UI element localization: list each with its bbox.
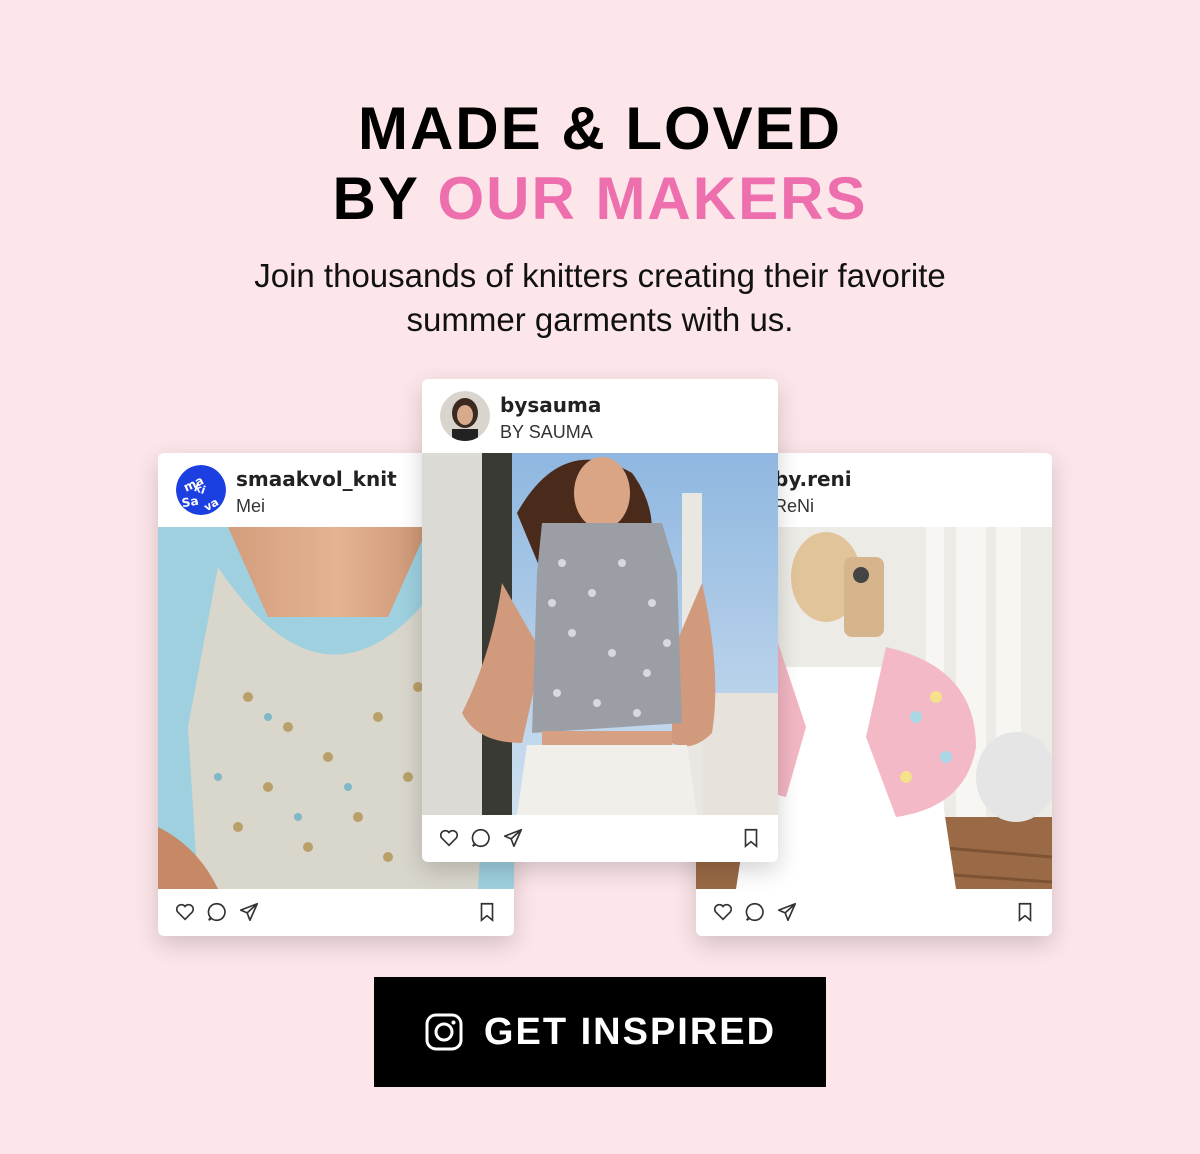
share-icon[interactable] [776,901,798,923]
comment-icon[interactable] [744,901,766,923]
post-display-name: ReNi [774,496,815,516]
bookmark-icon[interactable] [476,901,498,923]
headline-line-2: BY OUR MAKERS [0,164,1200,234]
post-display-name: BY SAUMA [500,422,593,442]
post-handle[interactable]: smaakvol_knit [236,467,397,491]
heart-icon[interactable] [174,901,196,923]
post-handle[interactable]: by.reni [774,467,852,491]
headline-line-1: MADE & LOVED [357,95,843,162]
cta-label: GET INSPIRED [483,1010,777,1053]
bookmark-icon[interactable] [740,827,762,849]
headline-prefix: BY [332,165,419,232]
post-display-name: Mei [236,496,266,516]
instagram-icon [425,1013,463,1051]
share-icon[interactable] [238,901,260,923]
subtitle: Join thousands of knitters creating thei… [200,254,1000,342]
share-icon[interactable] [502,827,524,849]
post-actions [422,815,778,862]
bookmark-icon[interactable] [1014,901,1036,923]
heart-icon[interactable] [438,827,460,849]
heart-icon[interactable] [712,901,734,923]
comment-icon[interactable] [206,901,228,923]
post-actions [158,889,514,936]
subtitle-line-2: summer garments with us. [406,301,794,338]
avatar-smaakvol[interactable]: ma ki Sa va [176,465,226,515]
headline: MADE & LOVED BY OUR MAKERS [0,94,1200,234]
avatar-bysauma[interactable] [440,391,490,441]
post-actions [696,889,1052,936]
subtitle-line-1: Join thousands of knitters creating thei… [254,257,946,294]
post-header: bysauma BY SAUMA [422,379,778,453]
headline-accent: OUR MAKERS [437,165,868,232]
get-inspired-button[interactable]: GET INSPIRED [374,977,826,1087]
post-photo[interactable] [422,453,778,815]
svg-text:Sa: Sa [181,494,200,511]
comment-icon[interactable] [470,827,492,849]
post-card-bysauma[interactable]: bysauma BY SAUMA [422,379,778,862]
post-handle[interactable]: bysauma [500,393,601,417]
